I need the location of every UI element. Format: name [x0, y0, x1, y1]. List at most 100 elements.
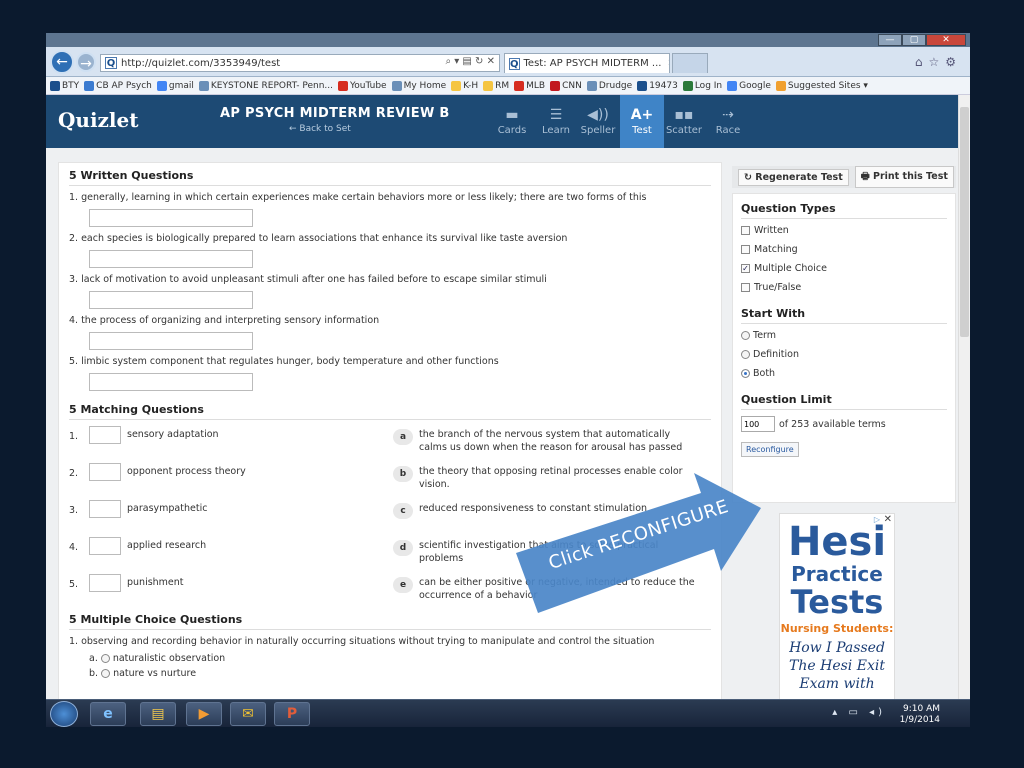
- ad-info-icon[interactable]: ▷: [874, 515, 880, 524]
- favorite-link[interactable]: My Home: [391, 80, 446, 91]
- match-answer-input[interactable]: [89, 500, 121, 518]
- media-player-icon[interactable]: ▶: [186, 702, 222, 726]
- question-type-option[interactable]: Matching: [741, 244, 947, 255]
- clock[interactable]: 9:10 AM 1/9/2014: [900, 704, 940, 726]
- favorite-link[interactable]: YouTube: [338, 80, 387, 91]
- print-test-button[interactable]: 🖶 Print this Test: [854, 166, 954, 188]
- maximize-button[interactable]: ▢: [902, 34, 926, 46]
- home-star-gear-icons[interactable]: ⌂☆⚙: [915, 55, 962, 69]
- mode-cards[interactable]: ▬ Cards: [490, 95, 534, 148]
- checkbox-icon[interactable]: [741, 245, 750, 254]
- question-type-option[interactable]: ✓ Multiple Choice: [741, 263, 947, 274]
- question-type-option[interactable]: Written: [741, 225, 947, 236]
- match-letter-badge: b: [393, 466, 413, 482]
- ad-close-icon[interactable]: ✕: [884, 514, 892, 525]
- learn-icon: ☰: [549, 107, 563, 123]
- radio-icon[interactable]: [100, 654, 110, 663]
- internet-explorer-icon[interactable]: e: [90, 702, 126, 726]
- system-tray-icons[interactable]: ▴ ▭ ◂): [832, 707, 886, 718]
- scrollbar-thumb[interactable]: [960, 107, 969, 337]
- favorite-link[interactable]: RM: [483, 80, 509, 91]
- forward-arrow-icon[interactable]: →: [76, 52, 96, 72]
- back-to-set-link[interactable]: ← Back to Set: [289, 124, 351, 134]
- start-button-icon[interactable]: [50, 701, 78, 727]
- mc-option-a[interactable]: a. naturalistic observation: [89, 653, 711, 664]
- favorite-label: CNN: [562, 80, 582, 91]
- checkbox-checked-icon[interactable]: ✓: [741, 264, 750, 273]
- mode-learn[interactable]: ☰ Learn: [534, 95, 578, 148]
- favorite-link[interactable]: gmail: [156, 80, 194, 91]
- question-type-option[interactable]: True/False: [741, 282, 947, 293]
- radio-icon[interactable]: [101, 669, 111, 678]
- close-button[interactable]: ✕: [926, 34, 966, 46]
- vertical-scrollbar[interactable]: [958, 95, 970, 699]
- answer-input[interactable]: [89, 209, 253, 227]
- checkbox-icon[interactable]: [741, 226, 750, 235]
- favorite-link[interactable]: Log In: [682, 80, 722, 91]
- match-term: opponent process theory: [127, 466, 246, 477]
- match-answer-input[interactable]: [89, 463, 121, 481]
- back-arrow-icon[interactable]: ←: [50, 50, 74, 74]
- favorite-link[interactable]: CB AP Psych: [84, 80, 152, 91]
- mc-option-b[interactable]: b. nature vs nurture: [89, 668, 711, 679]
- new-tab-button[interactable]: [672, 53, 708, 73]
- answer-input[interactable]: [89, 332, 253, 350]
- favorites-bar: BTY CB AP Psych gmail KEYSTONE REPORT- Penn…: [46, 77, 970, 95]
- ad-line-3: Tests: [790, 583, 884, 621]
- address-bar[interactable]: Q http://quizlet.com/3353949/test ⌕ ▾ ▤ …: [100, 54, 500, 72]
- answer-input[interactable]: [89, 373, 253, 391]
- answer-input[interactable]: [89, 250, 253, 268]
- start-with-option[interactable]: Definition: [741, 349, 947, 360]
- reconfigure-button[interactable]: Reconfigure: [741, 442, 799, 457]
- answer-input[interactable]: [89, 291, 253, 309]
- favorite-link[interactable]: BTY: [50, 80, 79, 91]
- file-explorer-icon[interactable]: ▤: [140, 702, 176, 726]
- favorite-link[interactable]: Suggested Sites ▾: [775, 80, 868, 91]
- mode-speller[interactable]: ◀)) Speller: [576, 95, 620, 148]
- favorite-label: Google: [739, 80, 771, 91]
- start-with-option[interactable]: Term: [741, 330, 947, 341]
- regenerate-test-button[interactable]: ↻ Regenerate Test: [738, 168, 849, 186]
- option-label: Written: [754, 225, 789, 236]
- mode-label: Race: [715, 125, 741, 136]
- favorite-label: 19473: [649, 80, 678, 91]
- question-types-list: Written Matching ✓ Multiple Choice True/Fals…: [741, 225, 947, 293]
- browser-tab-active[interactable]: Q Test: AP PSYCH MIDTERM ... ✕: [504, 53, 670, 73]
- match-answer-input[interactable]: [89, 574, 121, 592]
- hesi-advertisement[interactable]: ▷ ✕ Hesi Practice Tests Nursing Students…: [779, 513, 895, 699]
- checkbox-icon[interactable]: [741, 283, 750, 292]
- set-title: AP PSYCH MIDTERM REVIEW B: [220, 106, 450, 121]
- favorite-link[interactable]: KEYSTONE REPORT- Penn...: [198, 80, 333, 91]
- favorite-link[interactable]: CNN: [550, 80, 582, 91]
- radio-icon[interactable]: [741, 350, 750, 359]
- question-limit-input[interactable]: [741, 416, 775, 432]
- mode-race[interactable]: ⇢ Race: [706, 95, 750, 148]
- powerpoint-icon[interactable]: P: [274, 702, 310, 726]
- address-controls-icon[interactable]: ⌕ ▾ ▤ ↻ ✕: [445, 56, 495, 67]
- option-label: Matching: [754, 244, 798, 255]
- clock-time: 9:10 AM: [903, 704, 940, 714]
- favorite-link[interactable]: K-H: [451, 80, 478, 91]
- written-question: 4. the process of organizing and interpr…: [69, 315, 711, 350]
- favorite-link[interactable]: 19473: [637, 80, 678, 91]
- radio-selected-icon[interactable]: [741, 369, 750, 378]
- start-with-option[interactable]: Both: [741, 368, 947, 379]
- outlook-icon[interactable]: ✉: [230, 702, 266, 726]
- match-term: punishment: [127, 577, 184, 588]
- mode-scatter[interactable]: ▪▪ Scatter: [662, 95, 706, 148]
- favorite-link[interactable]: Drudge: [586, 80, 632, 91]
- cards-icon: ▬: [505, 107, 519, 123]
- match-answer-input[interactable]: [89, 537, 121, 555]
- minimize-button[interactable]: —: [878, 34, 902, 46]
- favorite-icon: [775, 80, 786, 91]
- radio-icon[interactable]: [741, 331, 750, 340]
- match-term: parasympathetic: [127, 503, 208, 514]
- match-answer-input[interactable]: [89, 426, 121, 444]
- ad-line-5: How I Passed: [789, 640, 885, 656]
- favorite-link[interactable]: MLB: [514, 80, 545, 91]
- mode-label: Cards: [497, 125, 527, 136]
- tab-close-icon[interactable]: ✕: [667, 58, 669, 69]
- mode-test[interactable]: A+ Test: [620, 95, 664, 148]
- quizlet-logo[interactable]: Quizlet: [58, 108, 138, 132]
- favorite-link[interactable]: Google: [727, 80, 771, 91]
